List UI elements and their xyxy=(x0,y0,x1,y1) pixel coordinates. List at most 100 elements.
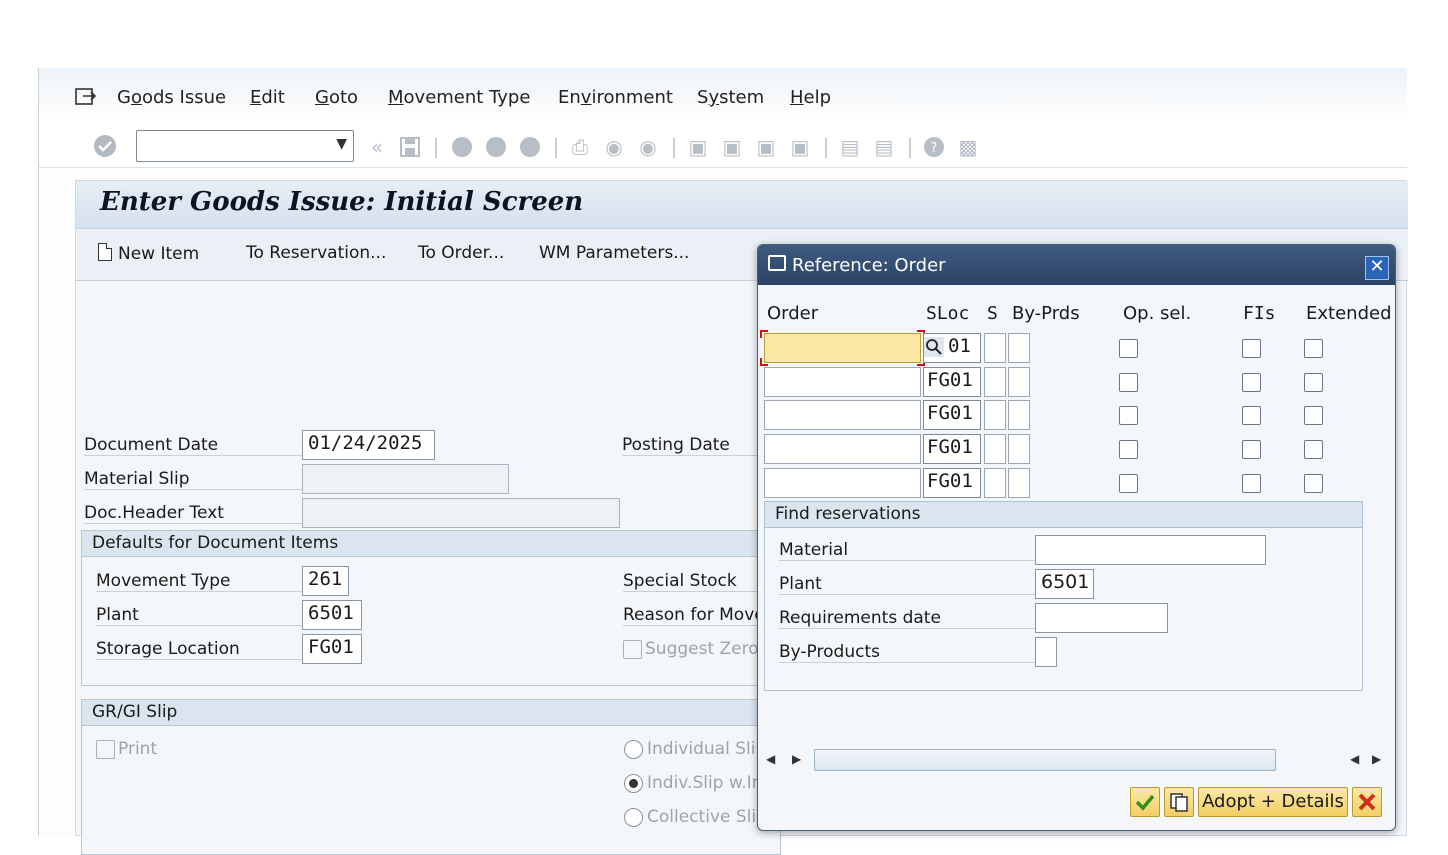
menu-environment[interactable]: Environment xyxy=(558,87,673,108)
movement-type-field[interactable]: 261 xyxy=(302,566,349,596)
print-checkbox[interactable] xyxy=(96,740,115,759)
scroll-right-icon[interactable]: ▶ xyxy=(1372,752,1381,766)
s-field[interactable] xyxy=(984,333,1006,363)
to-order-button[interactable]: To Order... xyxy=(418,243,504,263)
fis-checkbox[interactable] xyxy=(1242,406,1261,425)
defaults-group-header: Defaults for Document Items xyxy=(82,531,780,557)
last-page-icon[interactable]: ▣ xyxy=(789,136,811,158)
exit-icon[interactable] xyxy=(485,136,507,158)
toolbar-separator xyxy=(825,138,827,158)
order-field[interactable] xyxy=(764,400,921,430)
document-date-field[interactable]: 01/24/2025 xyxy=(302,430,435,460)
s-field[interactable] xyxy=(984,367,1006,397)
sloc-field[interactable]: FG01 xyxy=(923,400,981,430)
close-icon[interactable]: ✕ xyxy=(1365,256,1389,280)
double-chevron-left-icon[interactable]: « xyxy=(366,136,388,158)
wm-parameters-button[interactable]: WM Parameters... xyxy=(539,243,689,263)
fis-checkbox[interactable] xyxy=(1242,474,1261,493)
menu-goto[interactable]: Goto xyxy=(315,87,358,108)
fis-checkbox[interactable] xyxy=(1242,339,1261,358)
order-field[interactable] xyxy=(764,468,921,498)
chevron-down-icon[interactable]: ▼ xyxy=(336,136,347,152)
to-reservation-button[interactable]: To Reservation... xyxy=(246,243,386,263)
copy-button[interactable] xyxy=(1164,787,1194,817)
command-field[interactable]: ▼ xyxy=(136,130,354,162)
op-sel-checkbox[interactable] xyxy=(1119,474,1138,493)
fis-checkbox[interactable] xyxy=(1242,373,1261,392)
menu-edit[interactable]: Edit xyxy=(250,87,285,108)
search-help-icon[interactable] xyxy=(924,337,944,357)
plant-field[interactable]: 6501 xyxy=(302,600,362,630)
plant-field[interactable]: 6501 xyxy=(1035,569,1094,599)
back-icon[interactable] xyxy=(451,136,473,158)
op-sel-checkbox[interactable] xyxy=(1119,406,1138,425)
extended-checkbox[interactable] xyxy=(1304,474,1323,493)
by-products-field[interactable] xyxy=(1035,637,1057,667)
extended-checkbox[interactable] xyxy=(1304,373,1323,392)
storage-location-field[interactable]: FG01 xyxy=(302,634,362,664)
by-prds-field[interactable] xyxy=(1008,367,1030,397)
scroll-left-icon[interactable]: ◀ xyxy=(766,752,775,766)
sloc-field[interactable]: FG01 xyxy=(923,367,981,397)
by-prds-field[interactable] xyxy=(1008,333,1030,363)
extended-checkbox[interactable] xyxy=(1304,339,1323,358)
cancel-icon[interactable] xyxy=(519,136,541,158)
order-field[interactable] xyxy=(764,434,921,464)
doc-header-text-label: Doc.Header Text xyxy=(84,503,302,524)
help-icon[interactable]: ? xyxy=(923,136,945,158)
individual-slip-radio[interactable] xyxy=(624,740,643,759)
col-fis: FIs xyxy=(1243,303,1276,324)
menu-exit-icon[interactable] xyxy=(75,88,97,106)
material-field[interactable] xyxy=(1035,535,1266,565)
shortcut-icon[interactable]: ▤ xyxy=(873,136,895,158)
extended-checkbox[interactable] xyxy=(1304,406,1323,425)
s-field[interactable] xyxy=(984,434,1006,464)
save-icon[interactable] xyxy=(399,136,421,158)
print-icon[interactable]: ⎙ xyxy=(569,136,591,158)
new-item-button[interactable]: New Item xyxy=(98,243,199,264)
scroll-thumb[interactable] xyxy=(814,749,1276,771)
op-sel-checkbox[interactable] xyxy=(1119,373,1138,392)
extended-checkbox[interactable] xyxy=(1304,440,1323,459)
by-prds-field[interactable] xyxy=(1008,400,1030,430)
order-field[interactable] xyxy=(764,367,921,397)
previous-page-icon[interactable]: ▣ xyxy=(721,136,743,158)
material-slip-field[interactable] xyxy=(302,464,509,494)
confirm-button[interactable] xyxy=(1130,787,1160,817)
indiv-slip-inspection-radio[interactable] xyxy=(624,774,643,793)
order-field[interactable] xyxy=(764,333,921,363)
menu-system[interactable]: System xyxy=(697,87,764,108)
op-sel-checkbox[interactable] xyxy=(1119,339,1138,358)
first-page-icon[interactable]: ▣ xyxy=(687,136,709,158)
special-stock-label: Special Stock xyxy=(623,571,763,592)
cancel-button[interactable] xyxy=(1352,787,1382,817)
horizontal-scrollbar[interactable]: ◀ ▶ ◀ ▶ xyxy=(758,745,1395,775)
posting-date-label: Posting Date xyxy=(622,435,762,456)
s-field[interactable] xyxy=(984,400,1006,430)
focus-corner xyxy=(760,330,768,338)
sloc-field[interactable]: FG01 xyxy=(923,468,981,498)
find-next-icon[interactable]: ◉ xyxy=(637,136,659,158)
sloc-field[interactable]: FG01 xyxy=(923,434,981,464)
by-prds-field[interactable] xyxy=(1008,434,1030,464)
s-field[interactable] xyxy=(984,468,1006,498)
new-session-icon[interactable]: ▤ xyxy=(839,136,861,158)
layout-menu-icon[interactable]: ▩ xyxy=(957,136,979,158)
adopt-details-button[interactable]: Adopt + Details xyxy=(1198,787,1348,817)
menu-goods-issue[interactable]: Goods Issue xyxy=(117,87,226,108)
menu-movement-type[interactable]: Movement Type xyxy=(388,87,530,108)
next-page-icon[interactable]: ▣ xyxy=(755,136,777,158)
op-sel-checkbox[interactable] xyxy=(1119,440,1138,459)
scroll-right-icon[interactable]: ▶ xyxy=(792,752,801,766)
find-icon[interactable]: ◉ xyxy=(603,136,625,158)
doc-header-text-field[interactable] xyxy=(302,498,620,528)
requirements-date-field[interactable] xyxy=(1035,603,1168,633)
scroll-left-icon[interactable]: ◀ xyxy=(1350,752,1359,766)
collective-slip-radio[interactable] xyxy=(624,808,643,827)
menu-help[interactable]: Help xyxy=(790,87,831,108)
fis-checkbox[interactable] xyxy=(1242,440,1261,459)
suggest-zero-checkbox[interactable] xyxy=(623,640,642,659)
menu-label: dit xyxy=(261,87,285,108)
enter-check-icon[interactable] xyxy=(93,134,117,158)
by-prds-field[interactable] xyxy=(1008,468,1030,498)
